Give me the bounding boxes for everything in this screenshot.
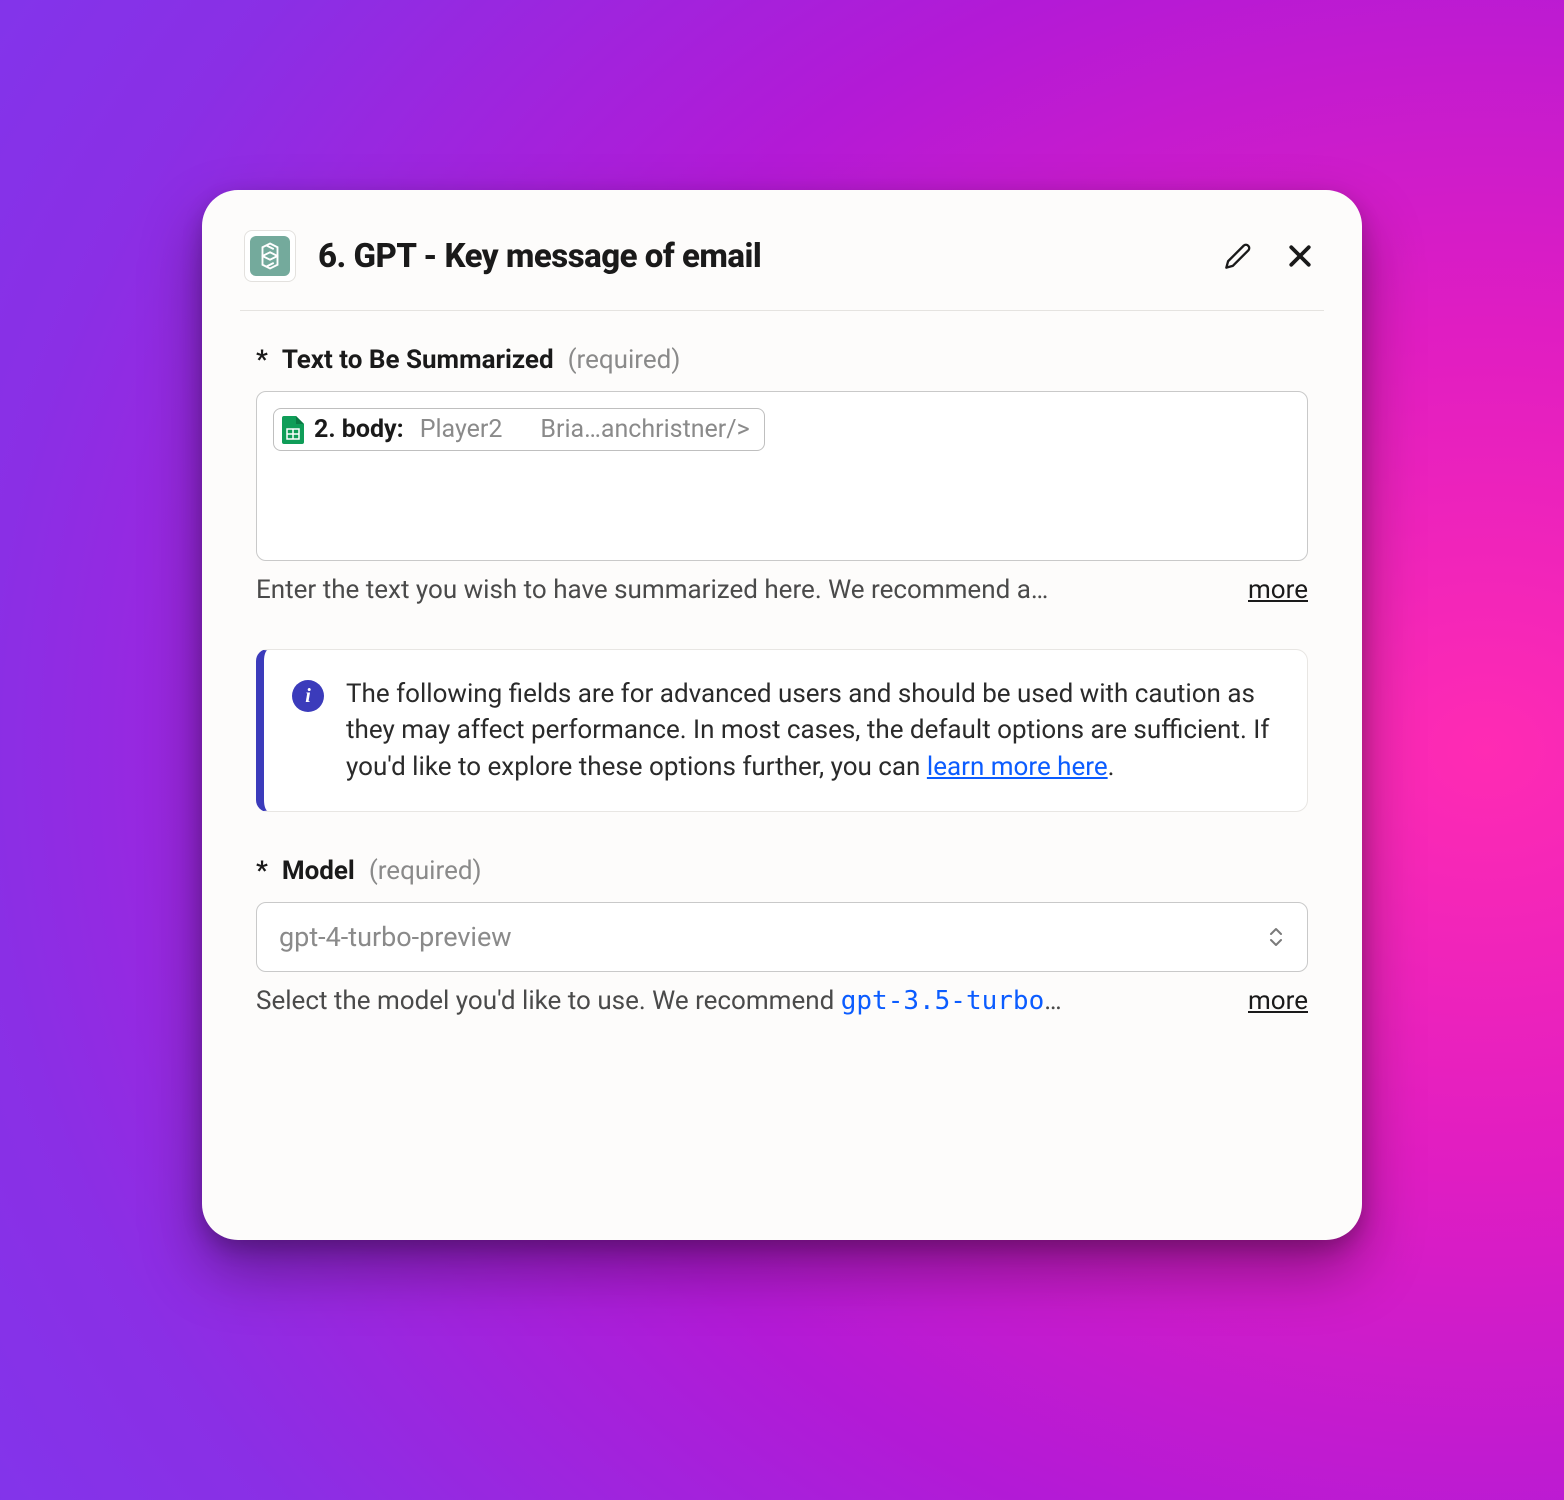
info-icon: i xyxy=(292,680,324,712)
info-body: The following fields are for advanced us… xyxy=(346,679,1269,782)
info-suffix: . xyxy=(1108,752,1115,782)
app-icon-container xyxy=(244,230,296,282)
google-sheets-icon xyxy=(282,416,304,444)
learn-more-link[interactable]: learn more here xyxy=(927,752,1108,782)
close-icon xyxy=(1285,241,1315,271)
required-asterisk: * xyxy=(256,856,268,886)
config-panel: 6. GPT - Key message of email * Text to … xyxy=(202,190,1362,1240)
model-select[interactable]: gpt-4-turbo-preview xyxy=(256,902,1308,972)
panel-title: 6. GPT - Key message of email xyxy=(318,237,1196,276)
pencil-icon xyxy=(1224,242,1252,270)
model-helper-code: gpt-3.5-turbo xyxy=(841,986,1045,1016)
model-helper-suffix: … xyxy=(1044,986,1061,1016)
model-selected-value: gpt-4-turbo-preview xyxy=(279,921,512,953)
model-field-label-row: * Model (required) xyxy=(256,856,1308,886)
model-field-label: Model xyxy=(282,856,355,886)
panel-body: * Text to Be Summarized (required) 2. bo… xyxy=(240,311,1324,1016)
model-helper-prefix: Select the model you'd like to use. We r… xyxy=(256,986,841,1016)
model-more-link[interactable]: more xyxy=(1248,986,1308,1016)
text-field-label: Text to Be Summarized xyxy=(282,345,554,375)
mapped-field-pill[interactable]: 2. body: Player2 Bria…anchristner/> xyxy=(273,408,765,451)
openai-icon xyxy=(250,236,290,276)
required-tag: (required) xyxy=(568,345,681,375)
text-to-summarize-input[interactable]: 2. body: Player2 Bria…anchristner/> xyxy=(256,391,1308,561)
pill-value-2: Bria…anchristner/> xyxy=(540,415,749,444)
text-helper-row: Enter the text you wish to have summariz… xyxy=(256,575,1308,605)
text-field-label-row: * Text to Be Summarized (required) xyxy=(256,345,1308,375)
required-tag: (required) xyxy=(369,856,482,886)
text-more-link[interactable]: more xyxy=(1248,575,1308,605)
model-helper: Select the model you'd like to use. We r… xyxy=(256,986,1224,1016)
panel-header: 6. GPT - Key message of email xyxy=(240,222,1324,311)
advanced-info-callout: i The following fields are for advanced … xyxy=(256,649,1308,812)
pill-value-1: Player2 xyxy=(420,415,503,444)
text-helper: Enter the text you wish to have summariz… xyxy=(256,575,1224,605)
pill-prefix: 2. body: xyxy=(314,415,404,444)
model-helper-row: Select the model you'd like to use. We r… xyxy=(256,986,1308,1016)
required-asterisk: * xyxy=(256,345,268,375)
close-button[interactable] xyxy=(1280,236,1320,276)
model-section: * Model (required) gpt-4-turbo-preview S… xyxy=(256,856,1308,1016)
edit-button[interactable] xyxy=(1218,236,1258,276)
info-text: The following fields are for advanced us… xyxy=(346,676,1277,785)
select-chevrons-icon xyxy=(1267,925,1285,949)
